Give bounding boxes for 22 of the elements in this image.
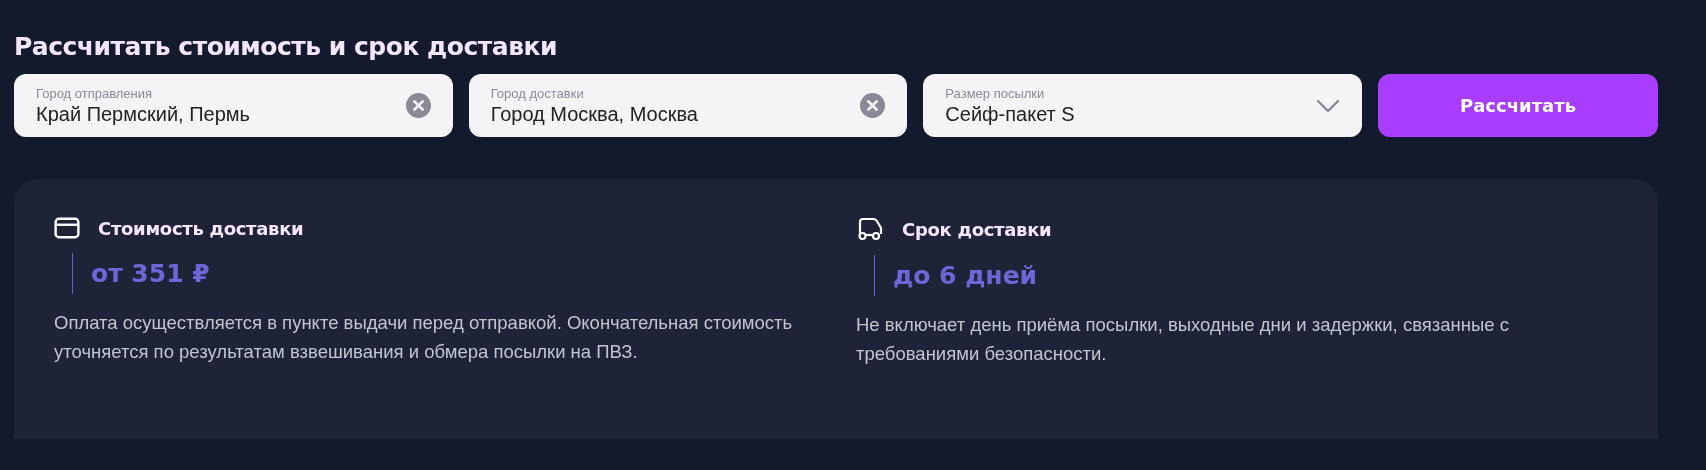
- city-field[interactable]: Город доставки Город Москва, Москва: [468, 74, 908, 137]
- field-label: Город отправления: [36, 85, 154, 101]
- calculate-button[interactable]: Рассчитать: [1378, 74, 1658, 137]
- clear-icon[interactable]: [405, 93, 431, 118]
- chevron-down-icon[interactable]: [1316, 98, 1340, 113]
- section-heading: Стоимость доставки: [98, 217, 304, 239]
- field-label: Город доставки: [490, 85, 585, 101]
- result-note: Оплата осуществляется в пункте выдачи перед отправкой. Окончательная стоимость уточняется по результатам взвешивания и обмера посылки на ПВЗ.: [54, 311, 794, 364]
- size-dropdown[interactable]: Размер посылки Сейф-пакет S: [923, 74, 1362, 137]
- section-heading: Срок доставки: [902, 218, 1052, 240]
- page-title: Рассчитать стоимость и срок доставки: [14, 31, 558, 63]
- city-field[interactable]: Город отправления Край Пермский, Пермь: [14, 74, 453, 137]
- result-value: от 351 ₽: [91, 259, 210, 288]
- field-value: Город Москва, Москва: [490, 102, 699, 126]
- field-value: Сейф-пакет S: [945, 102, 1076, 126]
- clear-icon[interactable]: [860, 93, 886, 118]
- field-label: Размер посылки: [945, 85, 1046, 101]
- card-icon: [54, 217, 80, 239]
- result-note: Не включает день приёма посылки, выходные дни и задержки, связанные с требованиями безопасности.: [856, 313, 1510, 366]
- field-value: Край Пермский, Пермь: [36, 102, 251, 126]
- result-value: до 6 дней: [893, 261, 1038, 290]
- van-icon: [856, 217, 884, 241]
